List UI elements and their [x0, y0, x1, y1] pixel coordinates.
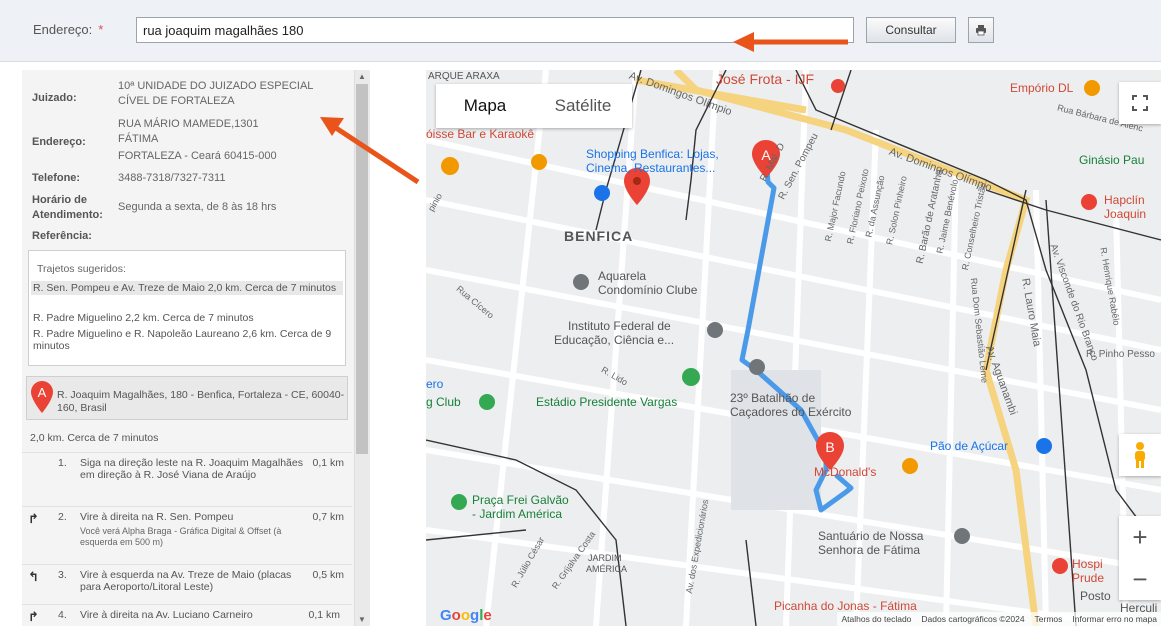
arrow-icon	[733, 32, 848, 52]
arrow-icon	[320, 117, 420, 185]
annotation-arrows	[320, 32, 848, 185]
